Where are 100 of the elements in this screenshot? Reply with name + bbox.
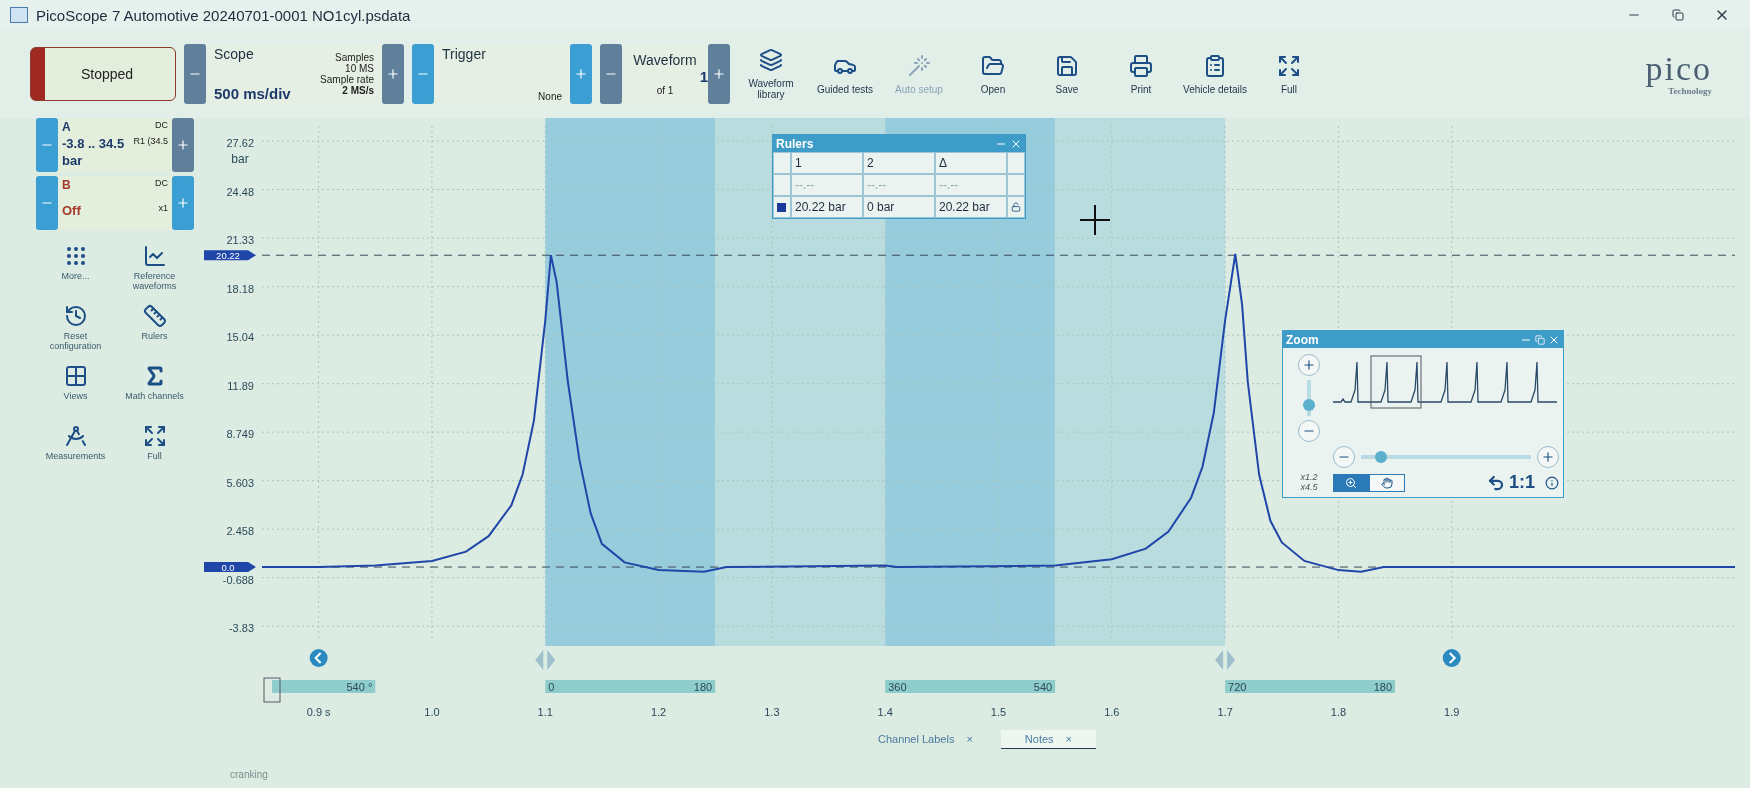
waveform-index: 1 [699, 68, 708, 85]
run-stop-button[interactable]: Stopped [30, 47, 176, 101]
crank-angle-label: 180 [1373, 681, 1393, 693]
axis-tick-label: 8.749 [226, 428, 254, 441]
increase-button[interactable] [570, 44, 592, 104]
bottom-tab[interactable]: Notes × [1000, 730, 1097, 749]
restore-icon[interactable] [1535, 334, 1545, 345]
expand-icon [1277, 53, 1301, 78]
logo-text: pico [1645, 52, 1712, 86]
folder-icon [981, 53, 1005, 78]
axis-tick-label: 24.48 [226, 185, 254, 198]
sidebar-tool-button[interactable]: Measurements [36, 422, 115, 476]
crank-angle-label: 180 [693, 681, 713, 693]
column-header: Δ [935, 152, 1007, 174]
axis-tick-label: 27.62 [226, 137, 254, 150]
ruler-marker[interactable]: 0.0 [204, 561, 256, 573]
panel-title: Rulers [776, 136, 814, 151]
bottom-tab[interactable]: Channel Labels × [853, 730, 997, 749]
info-icon[interactable] [1545, 475, 1559, 490]
plus-icon [1541, 450, 1555, 464]
scroll-right-button[interactable] [1442, 649, 1461, 667]
window-title: PicoScope 7 Automotive 20240701-0001 NO1cyl.psdata [36, 6, 411, 24]
decrease-button[interactable] [412, 44, 434, 104]
probe-label: R1 (34.5 [133, 136, 168, 148]
crank-angle-label: 720 [1228, 681, 1247, 693]
sidebar-tool-button[interactable]: Views [36, 362, 115, 416]
axis-tick-label: -0.688 [222, 573, 254, 586]
toolbar-button[interactable]: Print [1108, 42, 1174, 106]
channel-name: B [62, 178, 72, 194]
axis-tick-label: 1.0 [424, 706, 440, 718]
axis-tick-label: 11.89 [227, 379, 254, 392]
sidebar-tool-button[interactable]: Full [115, 422, 194, 476]
toolbar-button[interactable]: Open [960, 42, 1026, 106]
toolbar-button[interactable]: Waveform library [738, 42, 804, 106]
plus-icon [176, 138, 190, 152]
axis-tick-label: 0.9 s [306, 706, 331, 718]
info-value: 2 MS/s [342, 85, 374, 96]
increase-button[interactable] [382, 44, 404, 104]
channel-name: A [62, 120, 72, 136]
line-chart-icon [142, 244, 167, 268]
table-cell: 0 bar [863, 196, 935, 218]
sidebar-tool-button[interactable]: More... [36, 242, 115, 296]
column-header: 2 [863, 152, 935, 174]
increase-button[interactable] [172, 176, 194, 230]
timebase-value: 500 ms/div [214, 85, 292, 102]
sidebar-tool-button[interactable]: Math channels [115, 362, 194, 416]
coupling-label: DC [154, 120, 168, 132]
axis-tick-label: 5.603 [226, 476, 254, 489]
zoom-out-button[interactable] [1333, 446, 1355, 468]
coupling-label: DC [155, 178, 168, 190]
decrease-button[interactable] [36, 176, 58, 230]
zoom-in-button[interactable] [1298, 354, 1320, 376]
ruler-handle[interactable] [1215, 650, 1236, 670]
pan-tool-button[interactable] [1369, 473, 1405, 492]
toolbar-button[interactable]: Full [1256, 42, 1322, 106]
zoom-out-button[interactable] [1298, 420, 1320, 442]
axis-tick-label: 1.7 [1217, 706, 1233, 718]
decrease-button[interactable] [184, 44, 206, 104]
info-label: Sample rate [319, 74, 374, 85]
axis-tick-label: 1.8 [1330, 706, 1347, 718]
sidebar-tool-button[interactable]: Rulers [115, 302, 194, 356]
group-title: Waveform [633, 52, 697, 68]
ruler-handle[interactable] [535, 650, 556, 670]
grid-icon [63, 364, 88, 388]
sidebar-tool-button[interactable]: Reference waveforms [115, 242, 194, 296]
decrease-button[interactable] [600, 44, 622, 104]
zoom-tool-button[interactable] [1333, 473, 1369, 492]
unlock-icon[interactable] [1011, 201, 1021, 213]
zoom-in-button[interactable] [1537, 446, 1559, 468]
info-label: Samples [334, 52, 374, 63]
reset-zoom-button[interactable]: 1:1 [1483, 472, 1539, 493]
scale-label: x1.2 [1300, 472, 1318, 482]
sidebar-tool-button[interactable]: Reset configuration [36, 302, 115, 356]
ref-line-label: 20.22 [216, 249, 240, 261]
axis-tick-label: 1.9 [1444, 706, 1460, 718]
expand-icon [142, 424, 167, 448]
toolbar-button[interactable]: Save [1034, 42, 1100, 106]
slider-thumb[interactable] [1303, 399, 1315, 412]
layers-icon [759, 48, 783, 72]
hand-icon [1381, 476, 1393, 489]
axis-tick-label: 18.18 [226, 282, 254, 295]
toolbar-button[interactable]: Guided tests [812, 42, 878, 106]
logo-tagline: Technology [1668, 86, 1712, 96]
ruler-marker[interactable]: 20.22 [204, 249, 256, 261]
plus-icon [574, 67, 588, 81]
increase-button[interactable] [172, 118, 194, 172]
scroll-left-button[interactable] [309, 649, 328, 667]
waveform-count: of 1 [656, 85, 674, 96]
increase-button[interactable] [708, 44, 730, 104]
plus-icon [386, 67, 400, 81]
panel-title: Zoom [1286, 332, 1319, 347]
app-icon [10, 7, 28, 23]
compass-icon [63, 424, 88, 448]
channel-range: -3.8 .. 34.5 [62, 136, 126, 153]
group-title: Trigger [442, 46, 487, 64]
decrease-button[interactable] [36, 118, 58, 172]
toolbar-button[interactable]: Vehicle details [1182, 42, 1248, 106]
crosshair-icon [1079, 204, 1111, 236]
slider-thumb[interactable] [1375, 451, 1388, 463]
table-cell: --.-- [863, 174, 935, 196]
